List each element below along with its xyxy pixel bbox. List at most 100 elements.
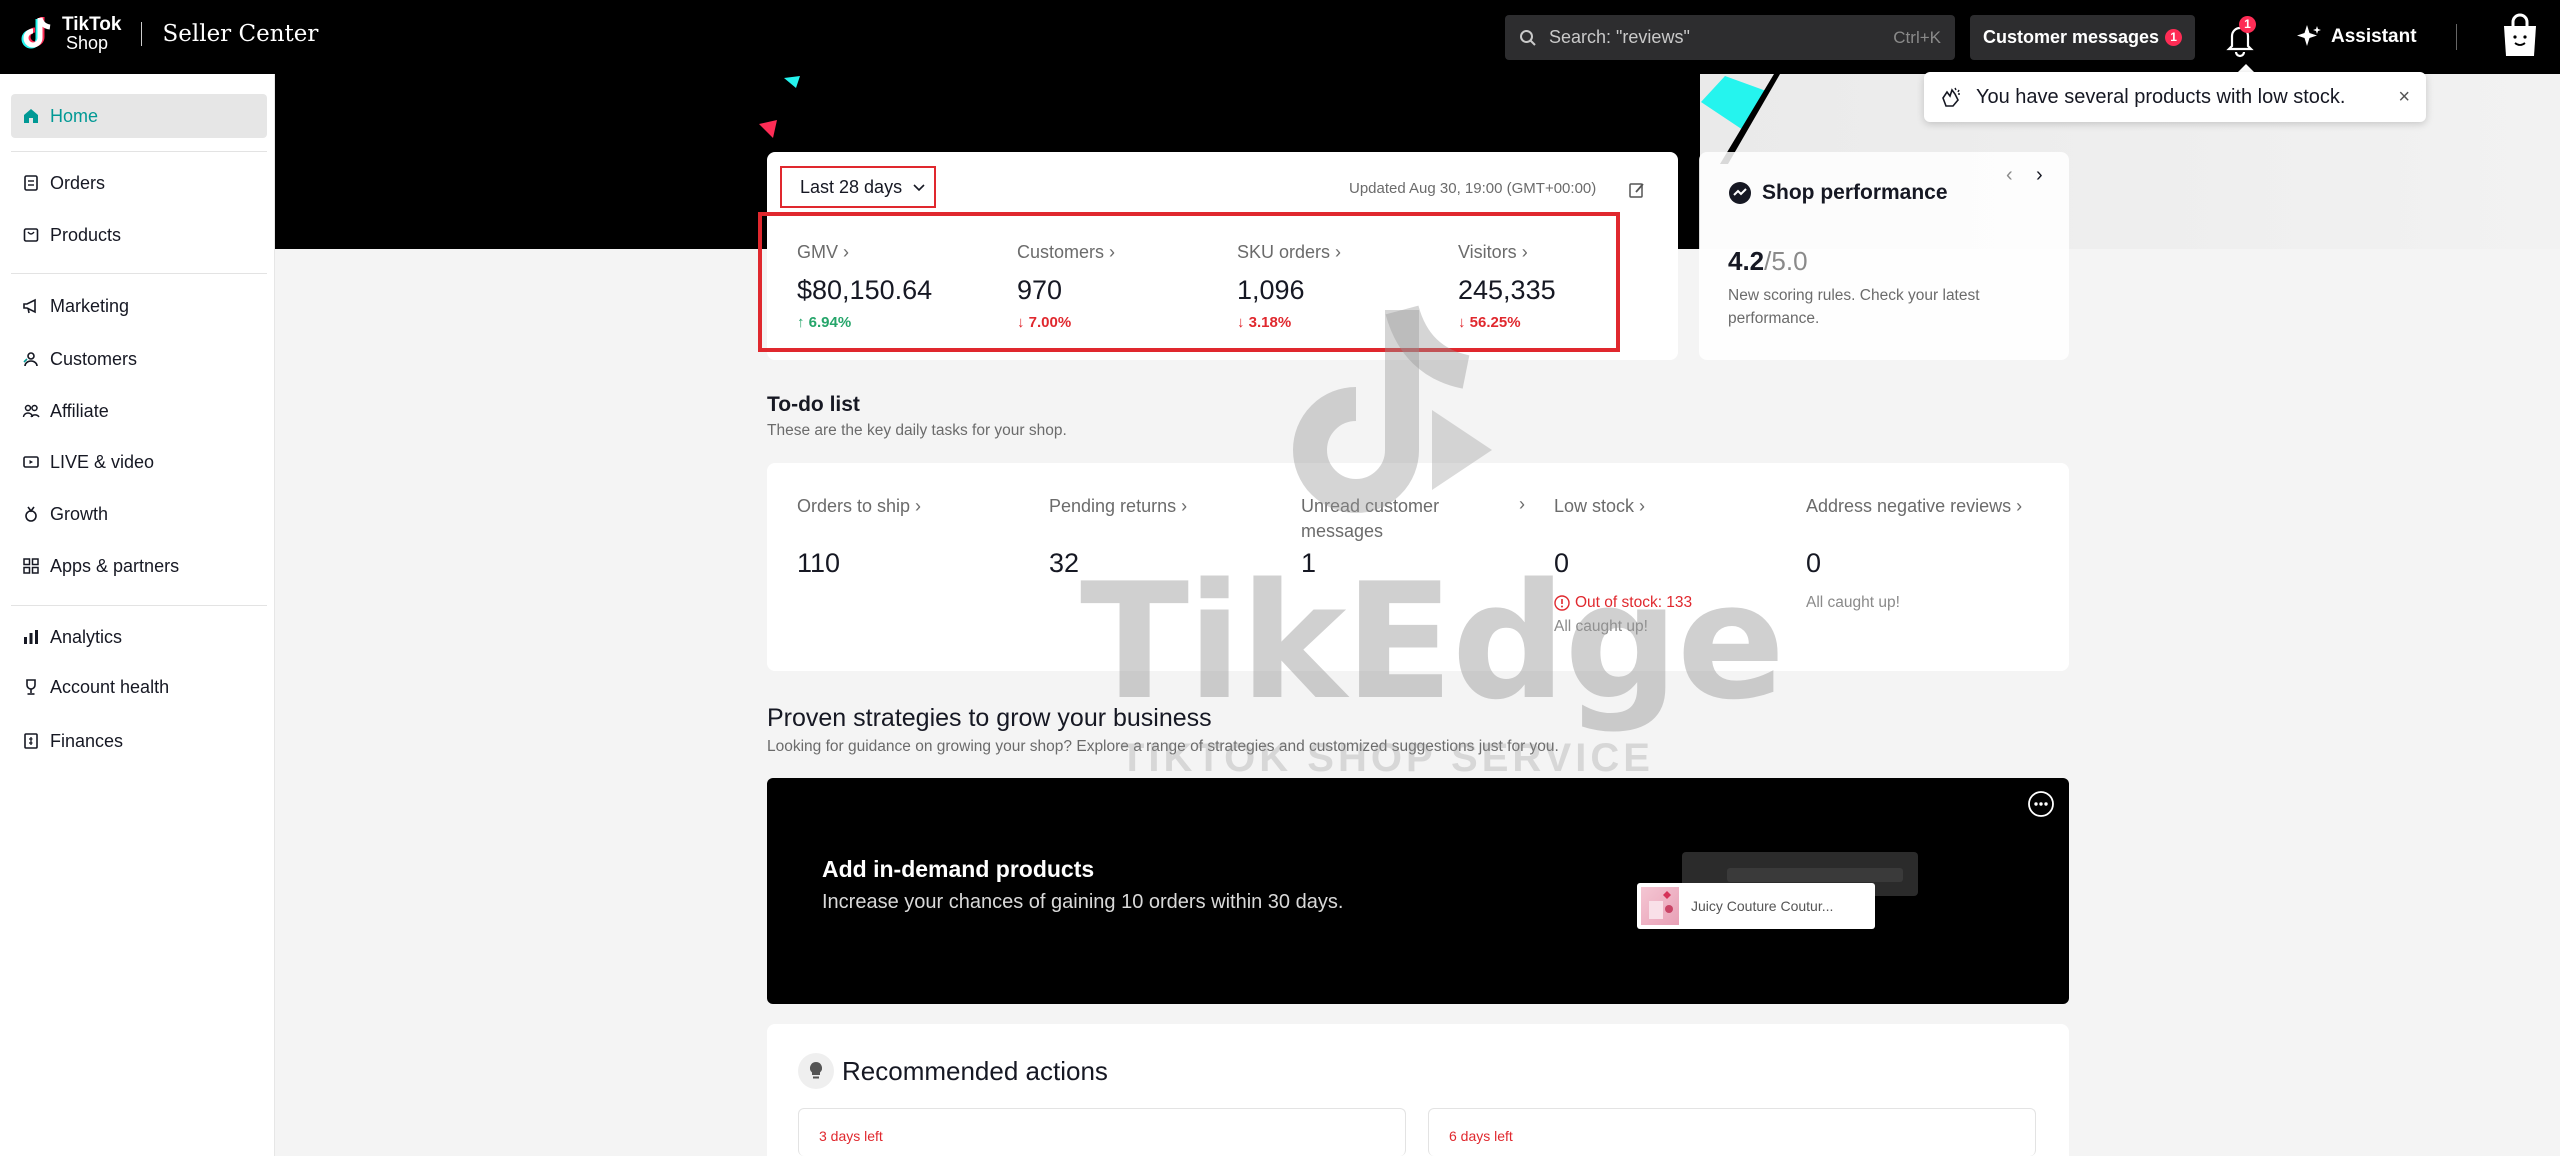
products-icon <box>23 228 39 242</box>
metric-label-text: Customers <box>1017 242 1105 262</box>
sidebar-item-account-health[interactable]: Account health <box>11 665 267 709</box>
metric-change-value: 7.00% <box>1028 314 1072 331</box>
metric-label: GMV › <box>797 242 850 262</box>
metric-change: ↓ 7.00% <box>1017 314 1072 331</box>
metric-label-text: GMV <box>797 242 839 262</box>
tiktok-shop-logo[interactable]: TikTok Shop Seller Center <box>18 14 318 54</box>
close-icon[interactable]: × <box>2398 86 2410 109</box>
period-selector[interactable]: Last 28 days <box>780 166 936 208</box>
growth-icon <box>25 506 37 522</box>
sidebar-item-growth[interactable]: Growth <box>11 492 267 536</box>
todo-value: 110 <box>797 548 841 578</box>
todo-label: Low stock › <box>1554 496 1646 516</box>
customers-icon <box>23 352 38 367</box>
shop-performance-description: New scoring rules. Check your latest per… <box>1728 287 1980 327</box>
sidebar-item-customers[interactable]: Customers <box>11 337 267 381</box>
strategy-banner[interactable]: Add in-demand products Increase your cha… <box>767 778 2069 1004</box>
search-icon <box>1520 29 1536 46</box>
next-arrow-icon[interactable]: › <box>2036 164 2043 187</box>
recommended-actions-title: Recommended actions <box>798 1053 1108 1089</box>
clapping-hands-icon <box>1942 87 1960 107</box>
todo-label: Orders to ship › <box>797 496 922 516</box>
todo-item-pending-returns[interactable]: Pending returns › 32 <box>1049 494 1249 578</box>
shopping-bag-icon[interactable] <box>2500 12 2540 58</box>
sidebar-item-label: LIVE & video <box>50 451 155 472</box>
sidebar-item-live-video[interactable]: LIVE & video <box>11 440 267 484</box>
todo-label: Address negative reviews › <box>1806 496 2023 516</box>
todo-item-low-stock[interactable]: Low stock › 0 Out of stock: 133 All caug… <box>1554 494 1754 635</box>
more-options-icon[interactable] <box>2027 790 2055 818</box>
lightbulb-icon <box>798 1053 834 1089</box>
assistant-button[interactable]: Assistant <box>2295 20 2417 54</box>
period-label: Last 28 days <box>800 176 903 197</box>
suggested-product-chip[interactable]: Juicy Couture Coutur... <box>1637 883 1875 929</box>
product-name: Juicy Couture Coutur... <box>1691 898 1834 914</box>
sidebar-item-label: Home <box>50 105 99 126</box>
metric-customers[interactable]: Customers › 970 ↓ 7.00% <box>1017 242 1115 331</box>
sidebar-item-apps-partners[interactable]: Apps & partners <box>11 544 267 588</box>
metric-label-text: Visitors <box>1458 242 1517 262</box>
todo-label: Pending returns › <box>1049 496 1188 516</box>
notifications-badge: 1 <box>2239 16 2256 33</box>
recommended-action-card[interactable]: 6 days left <box>1428 1108 2036 1156</box>
recommended-action-card[interactable]: 3 days left <box>798 1108 1406 1156</box>
sidebar-divider <box>11 151 267 152</box>
customer-messages-button[interactable]: Customer messages 1 <box>1970 15 2195 60</box>
metric-label-text: SKU orders <box>1237 242 1331 262</box>
sidebar-item-analytics[interactable]: Analytics <box>11 615 267 659</box>
banner-title: Add in-demand products <box>822 856 1095 882</box>
watermark-text: TikEdge <box>1080 548 1785 735</box>
edit-icon[interactable] <box>1628 181 1646 199</box>
apps-icon <box>23 558 39 574</box>
sidebar-item-marketing[interactable]: Marketing <box>11 284 267 328</box>
metric-value: $80,150.64 <box>797 275 933 305</box>
sidebar-item-label: Analytics <box>50 626 123 647</box>
score-value: 4.2 <box>1728 246 1765 276</box>
home-icon <box>24 109 38 123</box>
sidebar-item-label: Affiliate <box>50 400 109 421</box>
deadline-label: 6 days left <box>1449 1128 1513 1144</box>
sidebar-item-label: Finances <box>50 730 124 751</box>
live-video-icon <box>23 456 39 468</box>
brand-name: TikTok Shop <box>62 15 121 52</box>
performance-icon <box>1729 182 1751 204</box>
banner-subtitle: Increase your chances of gaining 10 orde… <box>822 891 1344 913</box>
trophy-icon <box>26 679 36 695</box>
assistant-label: Assistant <box>2331 26 2417 47</box>
sidebar-item-label: Growth <box>50 503 109 524</box>
top-bar: TikTok Shop Seller Center Search: "revie… <box>0 0 2560 74</box>
todo-item-negative-reviews[interactable]: Address negative reviews › 0 All caught … <box>1806 494 2056 611</box>
product-thumbnail <box>1641 887 1679 925</box>
shop-performance-score: 4.2/5.0 <box>1728 246 1808 277</box>
sidebar-item-finances[interactable]: Finances <box>11 719 267 763</box>
todo-value: 0 <box>1806 548 1822 578</box>
sidebar-item-affiliate[interactable]: Affiliate <box>11 389 267 433</box>
customer-messages-badge: 1 <box>2165 29 2183 46</box>
previous-arrow-icon[interactable]: ‹ <box>2006 164 2013 187</box>
notifications-button[interactable]: 1 <box>2222 16 2258 58</box>
sidebar-item-label: Products <box>50 224 122 245</box>
watermark-subtext: TIKTOK SHOP SERVICE <box>1120 736 1654 780</box>
app-title: Seller Center <box>162 21 319 47</box>
logo-divider <box>141 22 143 46</box>
sidebar-item-label: Orders <box>50 172 106 193</box>
customer-messages-label: Customer messages <box>1982 27 2160 47</box>
product-image-icon <box>1649 891 1673 919</box>
todo-item-orders-to-ship[interactable]: Orders to ship › 110 <box>797 494 997 578</box>
search-input[interactable]: Search: "reviews" Ctrl+K <box>1505 15 1955 60</box>
topbar-divider <box>2456 24 2457 50</box>
affiliate-icon <box>22 404 40 418</box>
metric-label: Visitors › <box>1458 242 1528 262</box>
chevron-down-icon <box>913 184 925 192</box>
metric-gmv[interactable]: GMV › $80,150.64 ↑ 6.94% <box>797 242 932 331</box>
todo-label-text: Pending returns <box>1049 496 1177 516</box>
sidebar-item-home[interactable]: Home <box>11 94 267 138</box>
sidebar-item-orders[interactable]: Orders <box>11 161 267 205</box>
watermark-tiktok-logo <box>1293 304 1492 513</box>
sidebar-item-products[interactable]: Products <box>11 213 267 257</box>
orders-icon <box>24 175 38 191</box>
sidebar: Home Orders Products Marketing Customers… <box>0 74 275 1156</box>
score-max: /5.0 <box>1764 246 1808 276</box>
toast-message: You have several products with low stock… <box>1976 85 2346 108</box>
todo-subtitle: These are the key daily tasks for your s… <box>767 422 1067 439</box>
